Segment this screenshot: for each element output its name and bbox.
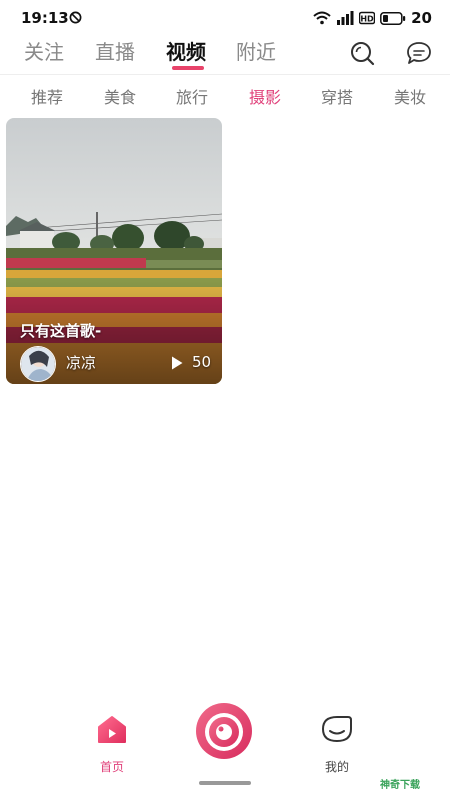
status-indicators: HD 20 [313, 9, 432, 27]
category-makeup[interactable]: 美妆 [394, 84, 426, 108]
active-tab-indicator [172, 66, 204, 70]
status-time: 19:13 [21, 9, 69, 27]
svg-text:HD: HD [360, 15, 374, 24]
nav-profile[interactable]: 我的 [307, 714, 367, 774]
tab-video[interactable]: 视频 [166, 36, 206, 65]
home-indicator[interactable] [199, 781, 251, 785]
nav-home[interactable]: 首页 [82, 714, 142, 774]
signal-icon [337, 11, 354, 25]
header-divider [0, 74, 450, 75]
profile-icon [321, 716, 352, 743]
wifi-icon [313, 11, 331, 25]
bottom-nav-bar: 首页 我的 [0, 700, 450, 780]
message-icon[interactable] [406, 40, 432, 66]
video-title: 只有这首歌- [20, 322, 102, 340]
search-icon[interactable] [349, 40, 375, 66]
tab-live[interactable]: 直播 [95, 36, 135, 65]
category-outfit[interactable]: 穿搭 [321, 84, 353, 108]
video-card[interactable]: 只有这首歌- 凉凉 50 [6, 118, 222, 384]
battery-level: 20 [411, 9, 432, 27]
hd-icon: HD [359, 11, 376, 25]
author-avatar[interactable] [20, 346, 56, 382]
do-not-disturb-icon [69, 11, 82, 24]
nav-home-label: 首页 [99, 760, 124, 774]
battery-icon [380, 11, 406, 25]
play-icon [172, 356, 183, 370]
category-travel[interactable]: 旅行 [176, 84, 208, 108]
tab-nearby[interactable]: 附近 [236, 36, 276, 65]
status-bar: 19:13 HD 20 [0, 0, 450, 36]
category-food[interactable]: 美食 [104, 84, 136, 108]
video-thumbnail [6, 118, 222, 384]
author-name[interactable]: 凉凉 [66, 352, 96, 373]
top-tab-bar: 关注 直播 视频 附近 [0, 36, 450, 74]
category-bar: 推荐 美食 旅行 摄影 穿搭 美妆 [0, 84, 450, 110]
watermark: 神奇下载 [380, 780, 420, 791]
tab-follow[interactable]: 关注 [24, 36, 64, 65]
category-photography[interactable]: 摄影 [249, 84, 281, 108]
home-icon [98, 716, 126, 743]
camera-icon[interactable] [195, 702, 253, 760]
nav-profile-label: 我的 [324, 760, 349, 774]
play-count: 50 [192, 353, 212, 371]
category-recommend[interactable]: 推荐 [31, 84, 63, 108]
